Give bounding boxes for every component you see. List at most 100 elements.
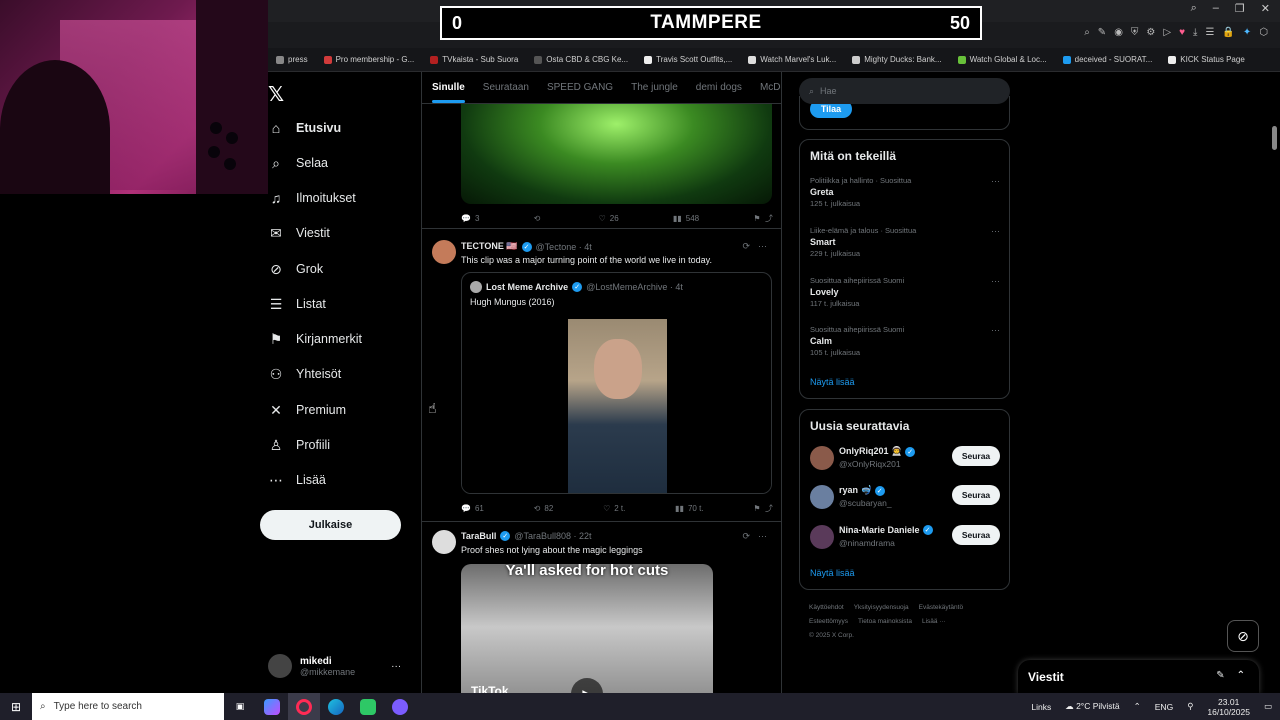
grok-icon[interactable]: ⟳ xyxy=(742,531,750,542)
more-icon[interactable]: ··· xyxy=(991,176,1000,186)
retweet-button[interactable]: ⟲ xyxy=(534,213,545,224)
reply-button[interactable]: 💬 61 xyxy=(461,503,484,514)
feed-tab[interactable]: Sinulle xyxy=(432,82,465,103)
edge-icon[interactable] xyxy=(320,693,352,720)
footer-link[interactable]: Tietoa mainoksista xyxy=(858,618,912,625)
maximize-button[interactable]: ❐ xyxy=(1235,2,1245,15)
author-name[interactable]: TECTONE 🇺🇸 xyxy=(461,241,518,252)
footer-link[interactable]: Käyttöehdot xyxy=(809,604,844,611)
sidebar-item-profile[interactable]: ♙ Profiili xyxy=(268,437,330,453)
minimize-button[interactable]: – xyxy=(1213,2,1219,15)
discord-icon[interactable] xyxy=(384,693,416,720)
extension-icon[interactable]: ✦ xyxy=(1243,27,1251,38)
retweet-button[interactable]: ⟲ 82 xyxy=(534,503,554,514)
avatar[interactable] xyxy=(810,446,834,470)
avatar[interactable] xyxy=(432,240,456,264)
feed-tab[interactable]: demi dogs xyxy=(696,82,742,93)
more-icon[interactable]: ··· xyxy=(391,661,401,672)
search-icon[interactable]: ⌕ xyxy=(1191,2,1197,15)
network-icon[interactable]: ⚲ xyxy=(1187,701,1193,712)
sidebar-item-search[interactable]: ⌕ Selaa xyxy=(268,155,328,171)
play-icon[interactable]: ▶ xyxy=(571,678,603,693)
notification-icon[interactable]: ▭ xyxy=(1264,701,1272,712)
quote-media[interactable] xyxy=(462,319,771,493)
grok-icon[interactable]: ⟳ xyxy=(742,241,750,252)
sidebar-item-home[interactable]: ⌂ Etusivu xyxy=(268,120,341,136)
windows-start-icon[interactable]: ⊞ xyxy=(0,693,32,720)
footer-link[interactable]: Lisää ··· xyxy=(922,618,946,625)
follow-button[interactable]: Seuraa xyxy=(952,525,1000,545)
trend-item[interactable]: Suosittua aihepiirissä Suomi Calm 105 t. j… xyxy=(810,325,1000,357)
account-switcher[interactable]: mikedi @mikkemane ··· xyxy=(268,650,418,682)
timeline-feed[interactable]: Sinulle Seurataan SPEED GANG The jungle demi… xyxy=(421,72,782,693)
post-media-image[interactable] xyxy=(461,104,772,204)
camera-icon[interactable]: ◉ xyxy=(1114,27,1123,38)
follow-suggestion[interactable]: Nina-Marie Daniele ✓ @ninamdrama Seuraa xyxy=(810,525,1000,555)
quoted-post[interactable]: Lost Meme Archive ✓ @LostMemeArchive · 4… xyxy=(461,272,772,494)
views-button[interactable]: ▮▮ 70 t. xyxy=(675,503,703,514)
show-more-link[interactable]: Näytä lisää xyxy=(810,568,855,578)
bookmark-item[interactable]: Watch Marvel's Luk... xyxy=(740,55,844,64)
sidebar-item-x-premium[interactable]: ✕ Premium xyxy=(268,402,346,418)
scrollbar[interactable] xyxy=(1272,126,1277,150)
feed-tab[interactable]: The jungle xyxy=(631,82,678,93)
trend-item[interactable]: Liike-elämä ja talous · Suosittua Smart 22… xyxy=(810,226,1000,258)
bookmark-item[interactable]: Watch Global & Loc... xyxy=(950,55,1055,64)
more-icon[interactable]: ··· xyxy=(991,325,1000,335)
language-indicator[interactable]: ENG xyxy=(1155,702,1173,712)
views-button[interactable]: ▮▮ 548 xyxy=(673,213,699,224)
sidebar-item-grok[interactable]: ⊘ Grok xyxy=(268,261,323,277)
bookmark-item[interactable]: Travis Scott Outfits,... xyxy=(636,55,740,64)
shield-icon[interactable]: ⛨ xyxy=(1131,27,1139,38)
task-view-icon[interactable]: ▣ xyxy=(224,693,256,720)
bookmark-item[interactable]: Osta CBD & CBG Ke... xyxy=(526,55,636,64)
footer-link[interactable]: Evästekäytäntö xyxy=(919,604,963,611)
author-handle[interactable]: @TaraBull808 · 22t xyxy=(514,531,591,541)
follow-suggestion[interactable]: ryan 🤿 ✓ @scubaryan_ Seuraa xyxy=(810,485,1000,515)
app-green-icon[interactable] xyxy=(352,693,384,720)
copilot-icon[interactable] xyxy=(256,693,288,720)
like-button[interactable]: ♡ 2 t. xyxy=(603,503,625,514)
trend-item[interactable]: Suosittua aihepiirissä Suomi Lovely 117 t.… xyxy=(810,276,1000,308)
author-handle[interactable]: @Tectone · 4t xyxy=(536,242,592,252)
more-icon[interactable]: ··· xyxy=(758,241,767,252)
bookmark-share-buttons[interactable]: ⚑ ⤴ xyxy=(753,213,773,224)
follow-suggestion[interactable]: OnlyRiq201 👨‍🚀 ✓ @xOnlyRiqx201 Seuraa xyxy=(810,446,1000,476)
more-icon[interactable]: ··· xyxy=(991,276,1000,286)
show-more-link[interactable]: Näytä lisää xyxy=(810,377,855,387)
bookmark-item[interactable]: Pro membership - G... xyxy=(316,55,423,64)
bookmark-share-buttons[interactable]: ⚑ ⤴ xyxy=(753,503,773,514)
weather-widget[interactable]: ☁ 2°C Pilvistä xyxy=(1065,701,1119,712)
avatar[interactable] xyxy=(432,530,456,554)
footer-link[interactable]: Yksityisyydensuoja xyxy=(854,604,909,611)
links-toolbar[interactable]: Links xyxy=(1031,702,1051,712)
video-thumbnail[interactable] xyxy=(568,319,667,493)
messages-drawer[interactable]: Viestit ✎ ⌃ xyxy=(1018,660,1259,694)
post-button[interactable]: Julkaise xyxy=(260,510,401,540)
bookmark-item[interactable]: deceived - SUORAT... xyxy=(1055,55,1161,64)
expand-icon[interactable]: ⌃ xyxy=(1237,670,1245,681)
sidebar-item-more-circle[interactable]: ⋯ Lisää xyxy=(268,472,326,488)
bookmark-item[interactable]: Mighty Ducks: Bank... xyxy=(844,55,949,64)
post-media-video[interactable]: Ya'll asked for hot cuts TikTok ▶ xyxy=(461,564,713,693)
clock[interactable]: 23.01 16/10/2025 xyxy=(1207,697,1250,717)
author-name[interactable]: TaraBull xyxy=(461,531,496,541)
lock-icon[interactable]: 🔒 xyxy=(1222,27,1234,38)
sidebar-item-list[interactable]: ☰ Listat xyxy=(268,296,326,312)
more-icon[interactable]: ··· xyxy=(991,226,1000,236)
download-icon[interactable]: ⤓ xyxy=(1193,27,1197,38)
like-button[interactable]: ♡ 26 xyxy=(599,213,619,224)
sidebar-item-bell[interactable]: ♫ Ilmoitukset xyxy=(268,190,356,206)
settings-icon[interactable]: ⚙ xyxy=(1146,27,1155,38)
sidebar-item-bookmark[interactable]: ⚑ Kirjanmerkit xyxy=(268,331,362,347)
grok-icon[interactable]: ⊘ xyxy=(1227,620,1259,652)
sidebar-item-communities[interactable]: ⚇ Yhteisöt xyxy=(268,366,341,382)
menu-icon[interactable]: ☰ xyxy=(1205,27,1214,38)
more-icon[interactable]: ··· xyxy=(758,531,767,542)
search-icon[interactable]: ⌕ xyxy=(1084,27,1090,38)
feed-tab[interactable]: SPEED GANG xyxy=(547,82,613,93)
x-logo-icon[interactable]: 𝕏 xyxy=(268,82,284,107)
follow-button[interactable]: Seuraa xyxy=(952,485,1000,505)
follow-button[interactable]: Seuraa xyxy=(952,446,1000,466)
feed-tab[interactable]: Seurataan xyxy=(483,82,529,93)
